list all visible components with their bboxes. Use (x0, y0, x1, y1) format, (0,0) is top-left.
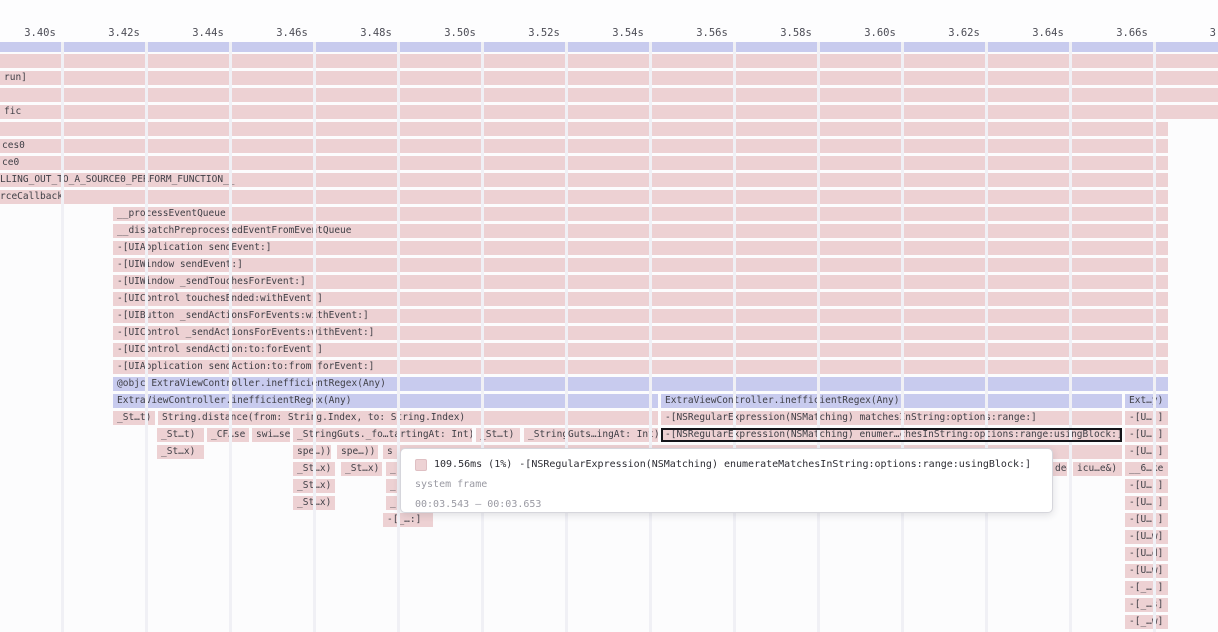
frame-cell[interactable]: ce0 (0, 156, 1168, 170)
frame-cell[interactable]: -[U…:] (1125, 428, 1168, 442)
frame-cell[interactable]: @objc ExtraViewController.inefficientReg… (113, 377, 1168, 391)
frame-cell[interactable]: rceCallback (0, 190, 1168, 204)
gridline (1069, 41, 1072, 632)
frame-cell[interactable]: -[_…w] (1125, 615, 1168, 629)
frame-cell[interactable]: __processEventQueue (113, 207, 1168, 221)
frame-cell[interactable]: spe…)) (293, 445, 331, 459)
frame-cell[interactable]: _St…t) (113, 411, 155, 425)
ruler-tick-label: 3.50s (444, 26, 476, 40)
frame-cell[interactable]: -[UIApplication sendAction:to:from:forEv… (113, 360, 1168, 374)
frame-cell[interactable]: Ext…y) (1125, 394, 1168, 408)
ruler-tick-label: 3.46s (276, 26, 308, 40)
gridline (1153, 41, 1156, 632)
gridline (145, 41, 148, 632)
frame-cell[interactable]: -[UIWindow sendEvent:] (113, 258, 1168, 272)
ruler-tick-label: 3.42s (108, 26, 140, 40)
frame-cell[interactable]: -[NSRegularExpression(NSMatching) matche… (661, 411, 1122, 425)
frame-cell[interactable]: _St…x) (341, 462, 382, 476)
instruments-flame-graph: 3.40s 3.42s 3.44s 3.46s 3.48s 3.50s 3.52s 3.54s… (0, 0, 1218, 632)
frame-cell[interactable]: -[U…:] (1125, 479, 1168, 493)
thread-activity-bar[interactable] (0, 42, 1218, 52)
frame-cell[interactable]: -[UIControl _sendActionsForEvents:withEv… (113, 326, 1168, 340)
frame-cell[interactable]: LLING_OUT_TO_A_SOURCE0_PERFORM_FUNCTION_… (0, 173, 1168, 187)
gridline (817, 41, 820, 632)
frame-cell[interactable] (0, 122, 1168, 136)
gridline (565, 41, 568, 632)
gridline (901, 41, 904, 632)
time-ruler[interactable]: 3.40s 3.42s 3.44s 3.46s 3.48s 3.50s 3.52s 3.54s… (0, 0, 1218, 42)
frame-cell[interactable]: -[UIButton _sendActionsForEvents:withEve… (113, 309, 1168, 323)
ruler-tick-label: 3.60s (864, 26, 896, 40)
frame-cell[interactable]: __6…ke (1125, 462, 1168, 476)
ruler-tick-label: 3.66s (1116, 26, 1148, 40)
ruler-tick-label: 3.48s (360, 26, 392, 40)
frame-cell[interactable]: _St…x) (157, 445, 204, 459)
frame-tooltip: 109.56ms (1%) -[NSRegularExpression(NSMa… (400, 448, 1053, 513)
frame-cell[interactable]: -[U…:] (1125, 496, 1168, 510)
tooltip-frame-kind: system frame (415, 475, 1052, 495)
frame-cell[interactable]: -[UIControl touchesEnded:withEvent:] (113, 292, 1168, 306)
tooltip-title-line: 109.56ms (1%) -[NSRegularExpression(NSMa… (415, 455, 1052, 475)
frame-cell[interactable]: -[U…w] (1125, 564, 1168, 578)
frame-cell[interactable]: -[U…w] (1125, 530, 1168, 544)
ruler-tick-label: 3.40s (24, 26, 56, 40)
ruler-tick-label: 3. (1210, 26, 1218, 40)
gridline (985, 41, 988, 632)
gridline (733, 41, 736, 632)
frame-cell[interactable]: _CF…se (207, 428, 249, 442)
selection-outline (661, 428, 1122, 442)
ruler-tick-label: 3.44s (192, 26, 224, 40)
frame-cell[interactable]: -[UIApplication sendEvent:] (113, 241, 1168, 255)
frame-cell[interactable]: -[U…:] (1125, 445, 1168, 459)
frame-cell[interactable]: ExtraViewController.inefficientRegex(Any… (113, 394, 658, 408)
frame-cell[interactable]: -[UIWindow _sendTouchesForEvent:] (113, 275, 1168, 289)
ruler-tick-label: 3.62s (948, 26, 980, 40)
tooltip-symbol: -[NSRegularExpression(NSMatching) enumer… (519, 455, 1031, 475)
frame-cell[interactable] (0, 88, 1218, 102)
frame-cell[interactable]: icu…e&) (1073, 462, 1122, 476)
frame-cell[interactable]: ces0 (0, 139, 1168, 153)
tooltip-duration: 109.56ms (1%) (434, 455, 512, 475)
frame-cell[interactable]: -[U…:] (1125, 513, 1168, 527)
ruler-tick-label: 3.54s (612, 26, 644, 40)
frame-cell[interactable]: _St…t) (157, 428, 204, 442)
gridline (313, 41, 316, 632)
frame-cell[interactable] (0, 54, 1218, 68)
frame-cell[interactable]: -[_…s] (1125, 598, 1168, 612)
tooltip-time-range: 00:03.543 — 00:03.653 (415, 495, 1052, 513)
gridline (229, 41, 232, 632)
frame-cell[interactable]: _StringGuts._fo…tartingAt: Int) (293, 428, 472, 442)
gridline (61, 41, 64, 632)
frame-cell[interactable]: -[_…:] (383, 513, 433, 527)
gridline (649, 41, 652, 632)
gridline (397, 41, 400, 632)
frame-cell[interactable]: String.distance(from: String.Index, to: … (158, 411, 658, 425)
frame-cell[interactable]: -[U…d] (1125, 547, 1168, 561)
frame-color-swatch (415, 459, 427, 471)
ruler-tick-label: 3.58s (780, 26, 812, 40)
ruler-tick-label: 3.64s (1032, 26, 1064, 40)
frame-cell[interactable]: spe…)) (337, 445, 378, 459)
frame-cell[interactable]: fic (0, 105, 1218, 119)
frame-cell[interactable]: __dispatchPreprocessedEventFromEventQueu… (113, 224, 1168, 238)
ruler-tick-label: 3.56s (696, 26, 728, 40)
frame-cell[interactable]: run] (0, 71, 1218, 85)
frame-cell[interactable]: -[U…:] (1125, 411, 1168, 425)
frame-cell[interactable]: _StringGuts…ingAt: Int) (524, 428, 658, 442)
frame-cell[interactable]: ExtraViewController.inefficientRegex(Any… (661, 394, 1122, 408)
frame-cell[interactable]: -[UIControl sendAction:to:forEvent:] (113, 343, 1168, 357)
ruler-tick-label: 3.52s (528, 26, 560, 40)
frame-cell[interactable]: -[_…:] (1125, 581, 1168, 595)
frame-cell[interactable]: swi…se (252, 428, 290, 442)
gridline (481, 41, 484, 632)
